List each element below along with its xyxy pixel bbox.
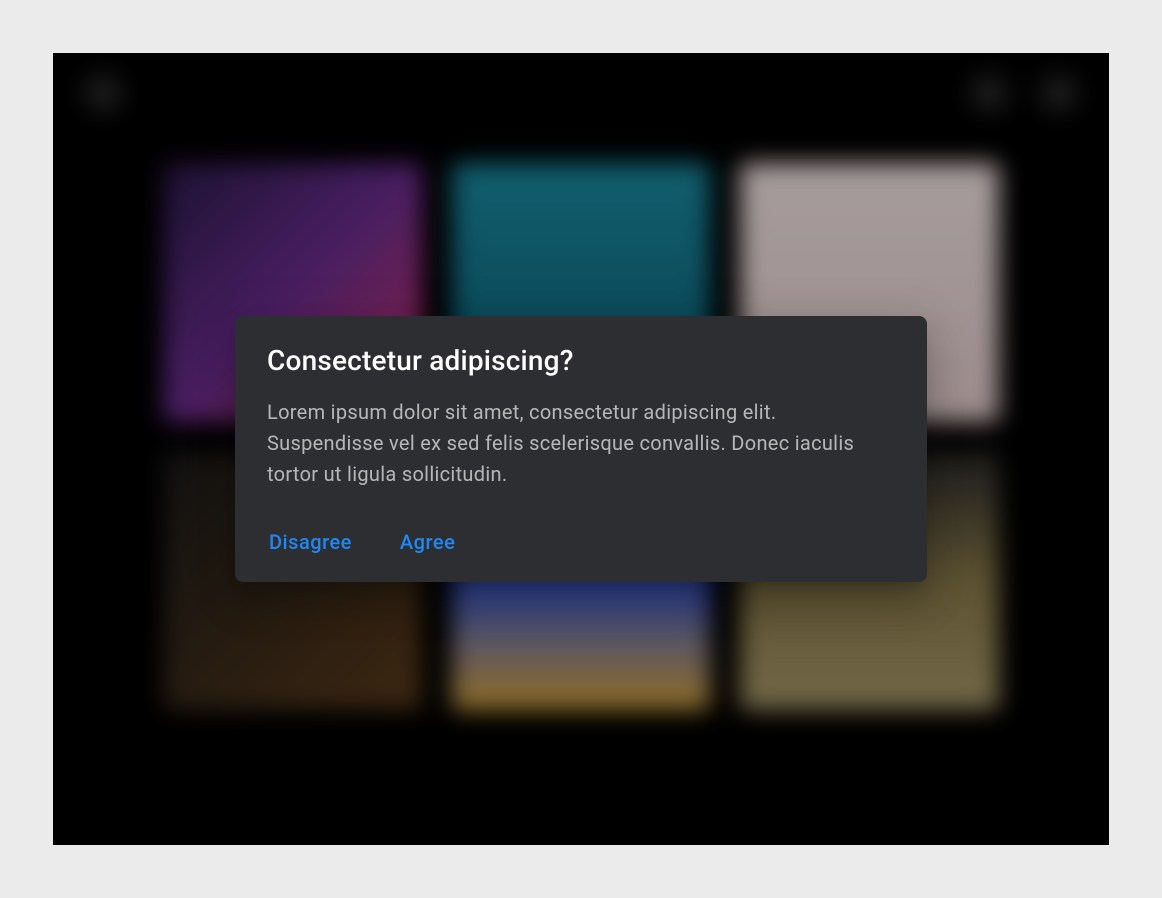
- disagree-button[interactable]: Disagree: [269, 524, 352, 560]
- dialog-body-text: Lorem ipsum dolor sit amet, consectetur …: [267, 397, 895, 490]
- modal-scrim[interactable]: Consectetur adipiscing? Lorem ipsum dolo…: [53, 53, 1109, 845]
- agree-button[interactable]: Agree: [400, 524, 455, 560]
- dialog-title: Consectetur adipiscing?: [267, 344, 895, 377]
- alert-dialog: Consectetur adipiscing? Lorem ipsum dolo…: [235, 316, 927, 582]
- dialog-actions: Disagree Agree: [267, 524, 895, 560]
- app-viewport: Consectetur adipiscing? Lorem ipsum dolo…: [53, 53, 1109, 845]
